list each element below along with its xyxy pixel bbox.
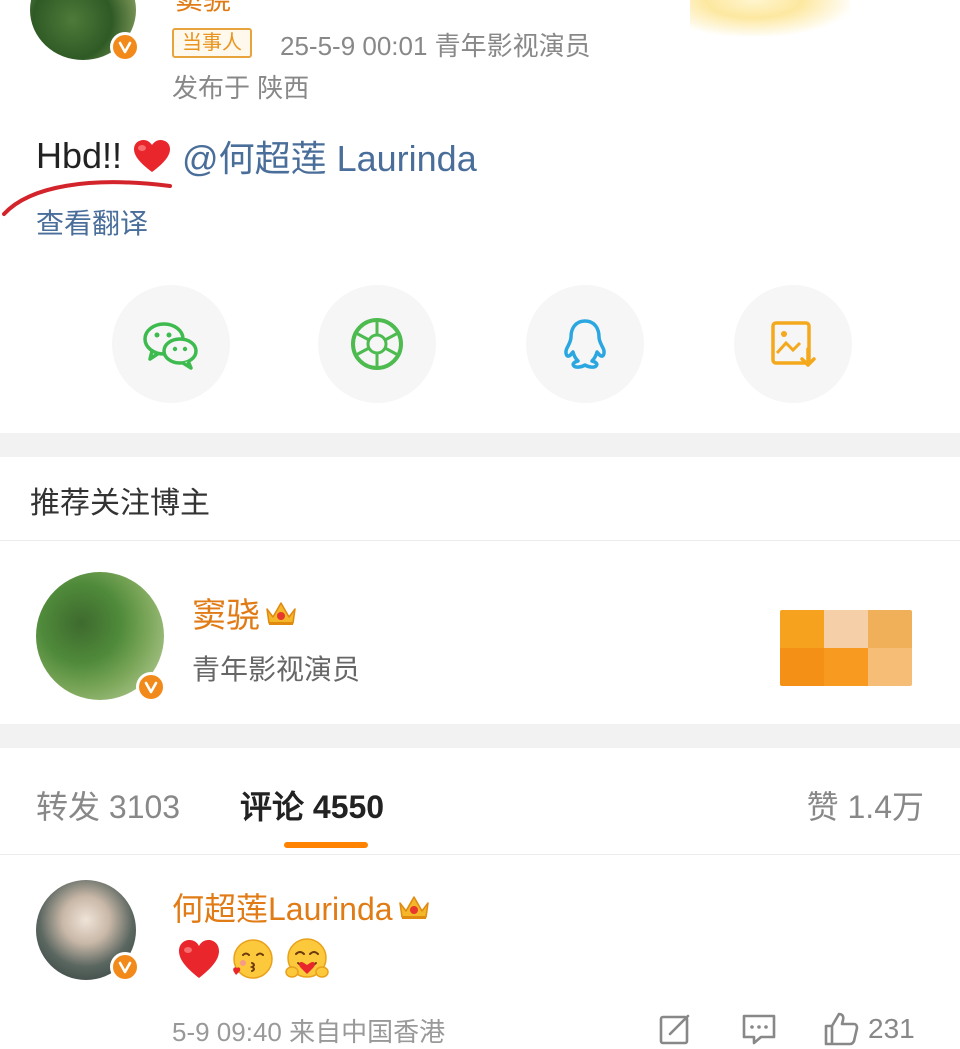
thumbs-up-icon — [824, 1012, 859, 1046]
commenter-name-text: 何超莲Laurinda — [172, 891, 393, 927]
wechat-icon — [143, 322, 198, 370]
kiss-emoji-icon — [233, 939, 273, 979]
share-moments-button[interactable] — [318, 285, 436, 403]
recommended-avatar[interactable] — [36, 572, 166, 702]
tab-likes[interactable]: 赞 1.4万 — [807, 782, 924, 828]
divider — [0, 854, 960, 855]
repost-comment-button[interactable] — [656, 1010, 694, 1048]
share-qq-button[interactable] — [526, 285, 644, 403]
reply-comment-button[interactable] — [740, 1010, 778, 1048]
recommended-section-title: 推荐关注博主 — [30, 487, 210, 520]
hug-emoji-icon — [285, 938, 329, 978]
recommended-desc: 青年影视演员 — [192, 654, 361, 685]
comment-icon — [742, 1014, 776, 1045]
save-image-icon — [771, 321, 816, 367]
commenter-name[interactable]: 何超莲Laurinda — [172, 884, 431, 930]
post-meta: 25-5-9 00:01 青年影视演员 — [280, 31, 591, 61]
heart-emoji-icon — [179, 940, 219, 978]
comment-meta: 5-9 09:40 来自中国香港 — [172, 1017, 446, 1047]
crown-icon — [398, 896, 429, 919]
crown-icon — [266, 601, 296, 625]
comment-content — [176, 936, 330, 982]
edit-share-icon — [659, 1014, 690, 1045]
active-tab-indicator — [284, 842, 368, 848]
post-author-name[interactable]: 窦骁 — [175, 0, 231, 18]
tab-comments[interactable]: 评论 4550 — [240, 782, 384, 828]
post-header: 窦骁 当事人 25-5-9 00:01 青年影视演员 发布于 陕西 — [0, 0, 960, 120]
like-comment-button[interactable]: 231 — [822, 1010, 915, 1048]
save-image-button[interactable] — [734, 285, 852, 403]
recommended-name-text: 窦骁 — [192, 597, 260, 635]
divider — [0, 540, 960, 541]
verified-badge-icon — [110, 32, 140, 62]
section-gap — [0, 433, 960, 457]
like-count: 231 — [868, 1013, 915, 1044]
follow-button-blurred[interactable] — [780, 610, 912, 686]
commenter-avatar[interactable] — [36, 880, 140, 982]
mention-link[interactable]: @何超莲 Laurinda — [182, 130, 477, 182]
recommended-name[interactable]: 窦骁 — [192, 588, 298, 637]
tab-repost[interactable]: 转发 3103 — [36, 782, 180, 828]
share-wechat-button[interactable] — [112, 285, 230, 403]
interaction-tabs: 转发 3103 评论 4550 赞 1.4万 — [0, 768, 960, 854]
moments-icon — [351, 318, 403, 370]
share-row — [0, 285, 960, 405]
qq-icon — [564, 319, 606, 369]
post-location: 发布于 陕西 — [172, 73, 310, 103]
header-decoration — [690, 0, 850, 36]
verified-badge-icon — [110, 952, 140, 982]
verified-badge-icon — [136, 672, 166, 702]
involved-party-badge: 当事人 — [172, 28, 252, 58]
section-gap — [0, 724, 960, 748]
red-heart-emoji-icon — [134, 140, 171, 172]
post-author-avatar[interactable] — [30, 0, 140, 62]
view-translation-link[interactable]: 查看翻译 — [36, 202, 148, 242]
